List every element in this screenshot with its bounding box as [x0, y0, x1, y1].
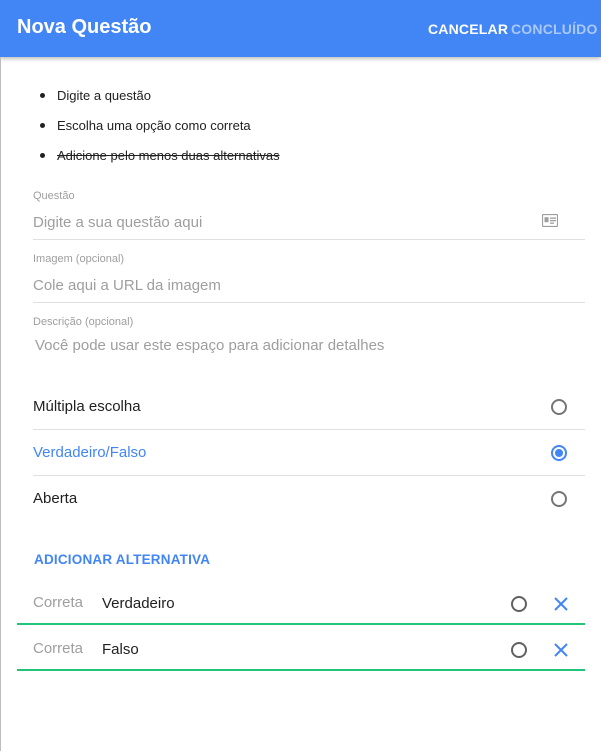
instruction-item: Digite a questão — [40, 87, 280, 117]
mark-correct-radio[interactable] — [511, 642, 527, 658]
alternative-row: Correta — [17, 577, 585, 625]
correct-label: Correta — [33, 594, 84, 611]
image-url-field: Imagem (opcional) — [33, 253, 585, 303]
cancel-button[interactable]: CANCELAR — [428, 21, 508, 37]
contact-card-icon[interactable] — [542, 214, 558, 227]
mark-correct-radio[interactable] — [511, 596, 527, 612]
correct-label: Correta — [33, 640, 84, 657]
type-option-open[interactable]: Aberta — [33, 476, 585, 522]
close-icon[interactable] — [553, 642, 569, 658]
alternative-input[interactable] — [102, 592, 482, 614]
type-option-multiple-choice[interactable]: Múltipla escolha — [33, 384, 585, 430]
type-option-true-false[interactable]: Verdadeiro/Falso — [33, 430, 585, 476]
image-url-input[interactable] — [33, 275, 533, 295]
app-bar: Nova Questão CANCELAR CONCLUÍDO — [0, 0, 601, 57]
instructions-list: Digite a questão Escolha uma opção como … — [40, 87, 280, 177]
instruction-item: Escolha uma opção como correta — [40, 117, 280, 147]
description-field: Descrição (opcional) — [33, 316, 585, 366]
description-input[interactable] — [33, 337, 533, 359]
description-label: Descrição (opcional) — [33, 316, 134, 328]
type-option-label: Aberta — [33, 490, 78, 507]
question-field: Questão — [33, 190, 585, 240]
add-alternative-button[interactable]: ADICIONAR ALTERNATIVA — [34, 552, 210, 567]
page-title: Nova Questão — [17, 16, 152, 38]
close-icon[interactable] — [553, 596, 569, 612]
instruction-item-completed: Adicione pelo menos duas alternativas — [40, 147, 280, 177]
type-option-label: Múltipla escolha — [33, 398, 141, 415]
alternative-row: Correta — [17, 623, 585, 671]
radio-button-selected[interactable] — [551, 445, 567, 461]
image-url-label: Imagem (opcional) — [33, 253, 125, 265]
radio-button[interactable] — [551, 399, 567, 415]
radio-button[interactable] — [551, 491, 567, 507]
type-option-label: Verdadeiro/Falso — [33, 444, 147, 461]
question-label: Questão — [33, 190, 75, 202]
frame-border — [0, 57, 1, 751]
alternative-input[interactable] — [102, 638, 482, 660]
done-button[interactable]: CONCLUÍDO — [511, 21, 598, 37]
question-input[interactable] — [33, 212, 533, 232]
